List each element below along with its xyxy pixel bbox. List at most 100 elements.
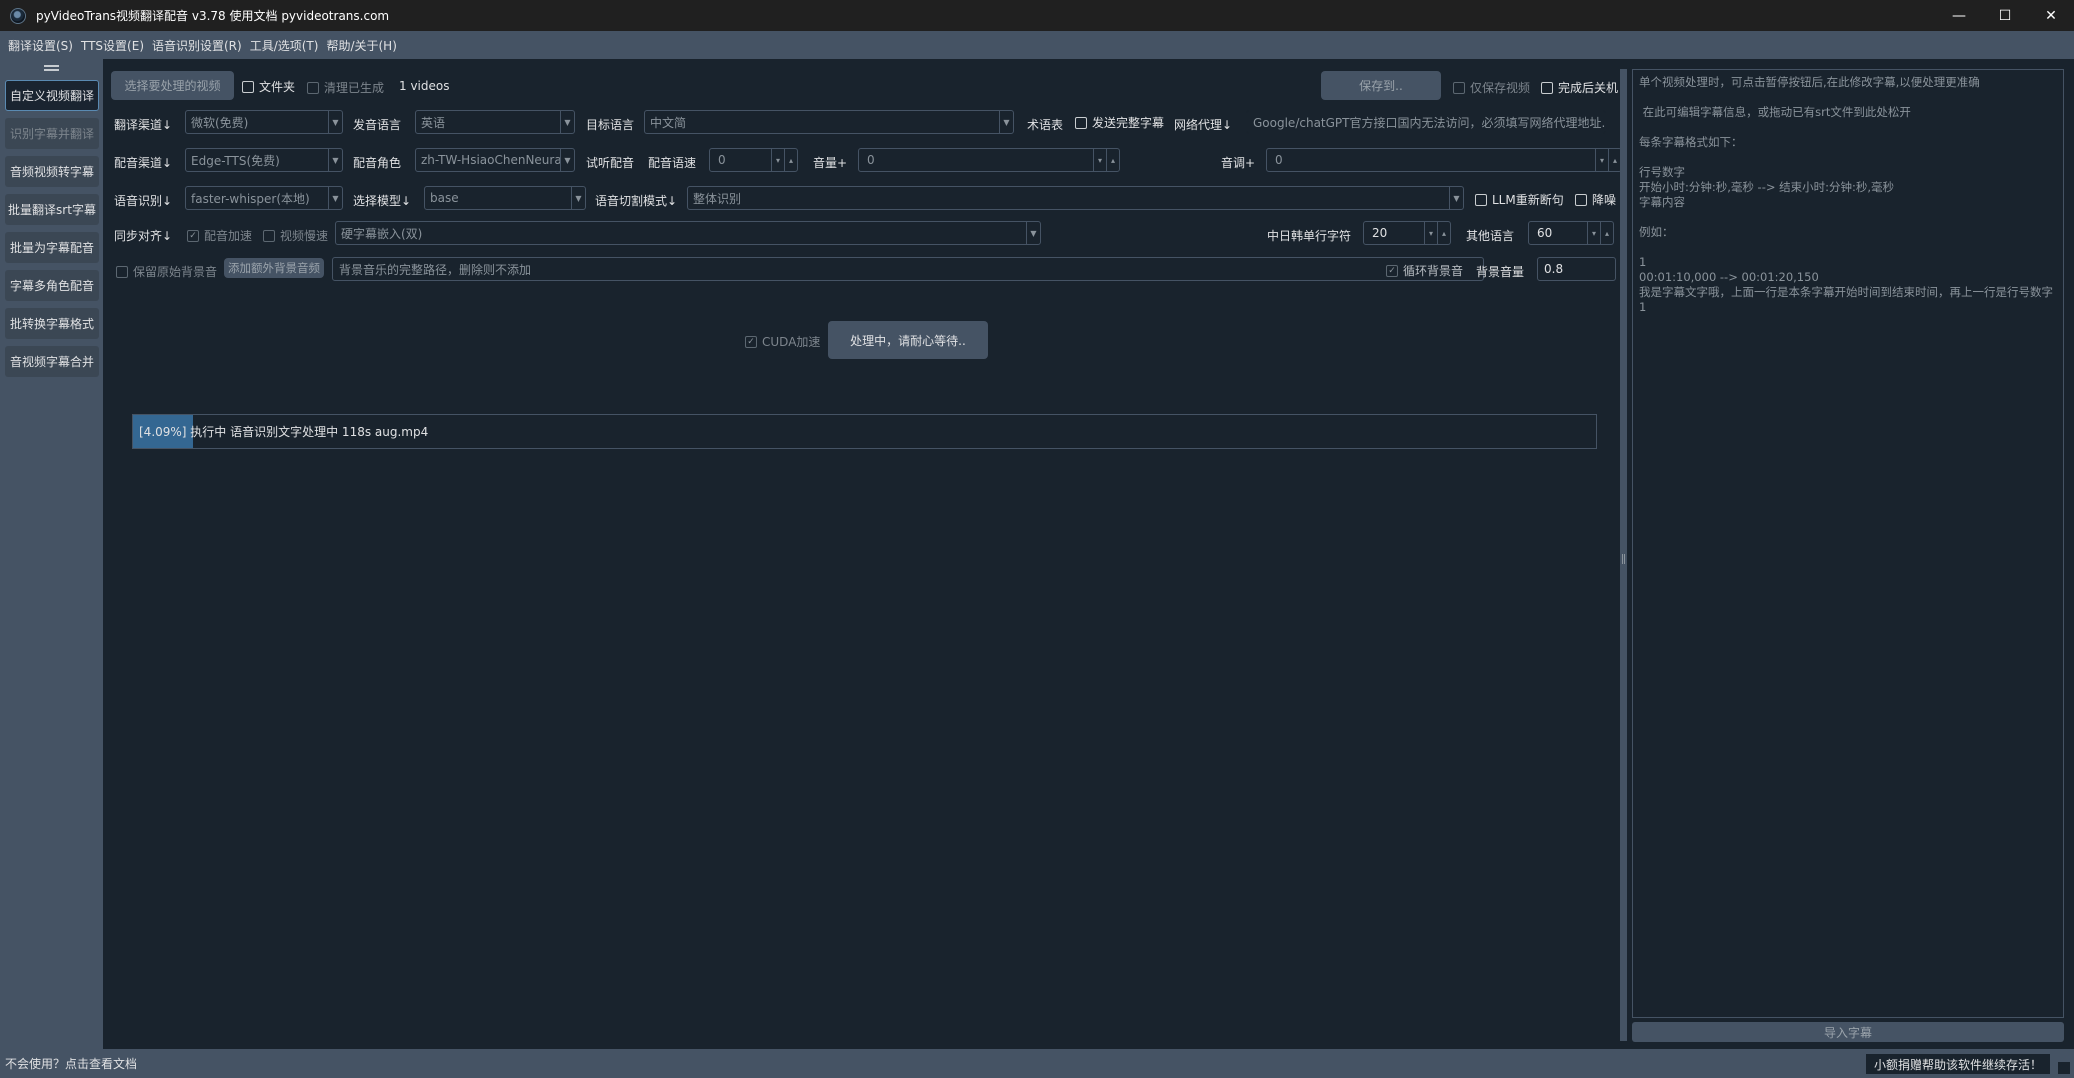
stepper-up-icon[interactable]: ▴ [1600,222,1613,244]
panel-splitter[interactable] [1620,69,1627,1041]
sidebar-item-convert-format[interactable]: 批转换字幕格式 [5,308,99,339]
maximize-button[interactable]: ☐ [1982,0,2028,31]
clear-generated-checkbox[interactable]: 清理已生成 [307,79,384,96]
resize-grip-icon[interactable] [2058,1062,2070,1074]
bg-audio-path-input[interactable]: 背景音乐的完整路径，删除则不添加 [332,257,1484,281]
chevron-down-icon: ▼ [560,149,574,171]
drag-handle-icon[interactable] [44,65,59,71]
dubbing-speed-label: 配音语速 [648,156,697,170]
proxy-input[interactable]: Google/chatGPT官方接口国内无法访问，必须填写网络代理地址... [1246,110,1606,134]
other-lang-stepper[interactable]: 60 ▾ ▴ [1528,221,1614,245]
cjk-chars-stepper[interactable]: 20 ▾ ▴ [1363,221,1451,245]
stepper-down-icon[interactable]: ▾ [1093,149,1106,171]
editor-line [1639,120,2057,135]
video-slowdown-checkbox[interactable]: 视频慢速 [263,227,328,244]
editor-line [1639,240,2057,255]
subtitle-embed-select[interactable]: 硬字幕嵌入(双) ▼ [335,221,1041,245]
llm-resegment-checkbox[interactable]: LLM重新断句 [1475,191,1564,208]
close-button[interactable]: ✕ [2028,0,2074,31]
denoise-checkbox[interactable]: 降噪 [1575,191,1616,208]
video-count: 1 videos [399,79,450,93]
sync-label[interactable]: 同步对齐↓ [114,227,172,244]
sidebar-item-merge-av-subtitle[interactable]: 音视频字幕合并 [5,346,99,377]
volume-stepper[interactable]: 0 ▾ ▴ [858,148,1120,172]
dubbing-channel-label[interactable]: 配音渠道↓ [114,154,172,171]
sidebar-item-av-to-subtitle[interactable]: 音频视频转字幕 [5,156,99,187]
target-lang-select[interactable]: 中文简 ▼ [644,110,1014,134]
stepper-up-icon[interactable]: ▴ [1106,149,1119,171]
editor-line [1639,210,2057,225]
split-mode-select[interactable]: 整体识别 ▼ [687,186,1464,210]
listen-dubbing-button[interactable]: 试听配音 [586,154,634,171]
sidebar-item-batch-translate-srt[interactable]: 批量翻译srt字幕 [5,194,99,225]
pitch-stepper[interactable]: 0 ▾ ▴ [1266,148,1622,172]
dubbing-channel-select[interactable]: Edge-TTS(免费) ▼ [185,148,343,172]
voice-role-label: 配音角色 [353,156,402,170]
cuda-checkbox[interactable]: ✓ CUDA加速 [745,333,820,350]
status-bar: 不会使用？点击查看文档 小额捐赠帮助该软件继续存活！ [0,1049,2074,1078]
pitch-label: 音调+ [1221,156,1256,170]
sidebar-item-batch-dubbing[interactable]: 批量为字幕配音 [5,232,99,263]
import-subtitle-button[interactable]: 导入字幕 [1632,1022,2064,1042]
proxy-label[interactable]: 网络代理↓ [1174,116,1232,133]
asr-select[interactable]: faster-whisper(本地) ▼ [185,186,343,210]
progress-bar[interactable]: [4.09%] 执行中 语音识别文字处理中 118s aug.mp4 [132,414,1597,449]
keep-original-bg-checkbox[interactable]: 保留原始背景音 [116,263,217,280]
voice-role-select[interactable]: zh-TW-HsiaoChenNeura ▼ [415,148,575,172]
editor-line [1639,90,2057,105]
window-title: pyVideoTrans视频翻译配音 v3.78 使用文档 pyvideotra… [36,9,390,23]
stepper-up-icon[interactable]: ▴ [784,149,797,171]
editor-line: 00:01:10,000 --> 00:01:20,150 [1639,270,1819,284]
editor-line: 我是字幕文字哦，上面一行是本条字幕开始时间到结束时间，再上一行是行号数字1 [1639,285,2053,314]
other-lang-label: 其他语言 [1466,229,1515,243]
menu-tts-settings[interactable]: TTS设置(E) [81,37,144,54]
subtitle-editor[interactable]: 单个视频处理时，可点击暂停按钮后,在此修改字幕,以便处理更准确 在此可编辑字幕信… [1632,69,2064,1018]
donate-link[interactable]: 小额捐赠帮助该软件继续存活！ [1865,1054,2050,1074]
start-button[interactable]: 处理中，请耐心等待.. [828,321,988,359]
editor-line: 开始小时:分钟:秒,毫秒 --> 结束小时:分钟:秒,毫秒 [1639,180,1895,194]
sidebar-item-custom-video-translate[interactable]: 自定义视频翻译 [5,80,99,111]
stepper-up-icon[interactable]: ▴ [1437,222,1450,244]
editor-line: 每条字幕格式如下： [1639,135,1743,149]
stepper-down-icon[interactable]: ▾ [1587,222,1600,244]
menu-tools-options[interactable]: 工具/选项(T) [250,37,319,54]
asr-label[interactable]: 语音识别↓ [114,192,172,209]
folder-checkbox[interactable]: 文件夹 [242,78,295,95]
add-bg-audio-button[interactable]: 添加额外背景音频 [224,258,324,278]
bg-volume-input[interactable]: 0.8 [1537,257,1616,281]
translate-channel-select[interactable]: 微软(免费) ▼ [185,110,343,134]
chevron-down-icon: ▼ [1026,222,1040,244]
title-bar: pyVideoTrans视频翻译配音 v3.78 使用文档 pyvideotra… [0,0,2074,31]
model-label[interactable]: 选择模型↓ [353,192,411,209]
dub-speedup-checkbox[interactable]: ✓ 配音加速 [187,227,252,244]
source-lang-select[interactable]: 英语 ▼ [415,110,575,134]
editor-line: 单个视频处理时，可点击暂停按钮后,在此修改字幕,以便处理更准确 [1639,75,1980,89]
menu-translate-settings[interactable]: 翻译设置(S) [8,37,73,54]
stepper-down-icon[interactable]: ▾ [1595,149,1608,171]
menu-help-about[interactable]: 帮助/关于(H) [326,37,396,54]
help-doc-link[interactable]: 不会使用？点击查看文档 [5,1055,137,1072]
loop-bg-checkbox[interactable]: ✓ 循环背景音 [1386,262,1463,279]
splitter-grip-icon [1622,554,1625,564]
send-full-subtitle-checkbox[interactable]: 发送完整字幕 [1075,114,1164,131]
menu-bar: 翻译设置(S) TTS设置(E) 语音识别设置(R) 工具/选项(T) 帮助/关… [0,31,2074,59]
glossary-button[interactable]: 术语表 [1027,116,1063,133]
sidebar-item-recognize-translate[interactable]: 识别字幕并翻译 [5,118,99,149]
chevron-down-icon: ▼ [560,111,574,133]
stepper-down-icon[interactable]: ▾ [1424,222,1437,244]
volume-label: 音量+ [813,156,848,170]
chevron-down-icon: ▼ [328,111,342,133]
menu-asr-settings[interactable]: 语音识别设置(R) [152,37,242,54]
translate-channel-label[interactable]: 翻译渠道↓ [114,116,172,133]
dubbing-speed-stepper[interactable]: 0 ▾ ▴ [709,148,798,172]
stepper-down-icon[interactable]: ▾ [771,149,784,171]
only-save-video-checkbox[interactable]: 仅保存视频 [1453,79,1530,96]
model-select[interactable]: base ▼ [424,186,586,210]
minimize-button[interactable]: — [1936,0,1982,31]
select-video-button[interactable]: 选择要处理的视频 [111,71,234,100]
cjk-chars-label: 中日韩单行字符 [1267,229,1352,243]
sidebar-item-multi-role-dubbing[interactable]: 字幕多角色配音 [5,270,99,301]
shutdown-after-checkbox[interactable]: 完成后关机 [1541,79,1618,96]
save-to-button[interactable]: 保存到.. [1321,71,1441,100]
split-mode-label[interactable]: 语音切割模式↓ [595,192,677,209]
